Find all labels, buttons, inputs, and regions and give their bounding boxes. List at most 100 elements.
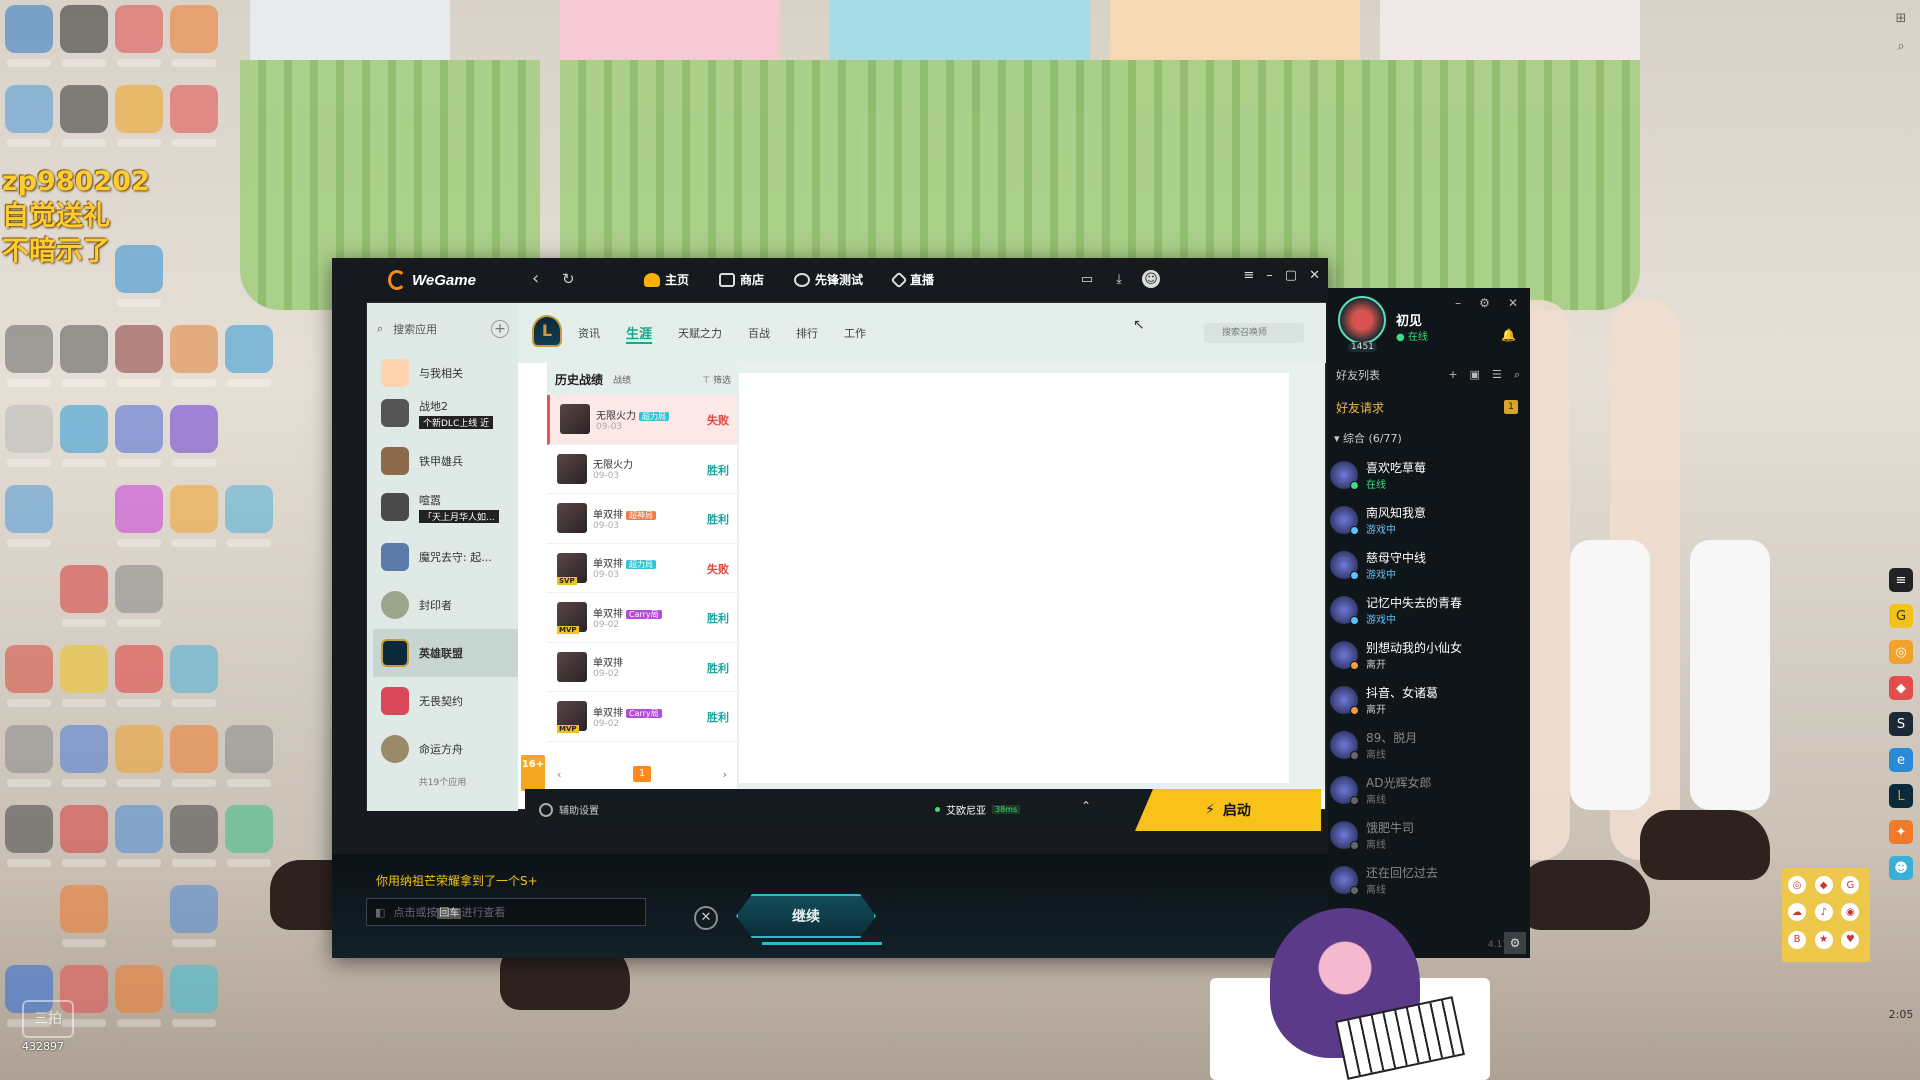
filter-button[interactable]: ⊤ 筛选 <box>702 373 731 386</box>
server-selector[interactable]: 艾欧尼亚 38ms <box>935 802 1021 817</box>
avatar-icon[interactable]: ☺ <box>1142 270 1160 288</box>
app-item-battlefield[interactable]: 战地2 个新DLC上线 近 <box>373 389 518 437</box>
app-item-lostark[interactable]: 命运方舟 <box>373 725 518 773</box>
desktop-shortcut[interactable] <box>115 645 163 707</box>
desktop-shortcut[interactable] <box>115 405 163 467</box>
steam-icon[interactable]: S <box>1889 712 1913 736</box>
desktop-shortcut[interactable] <box>170 485 218 547</box>
desktop-shortcut[interactable] <box>60 565 108 627</box>
desktop-shortcut[interactable] <box>115 85 163 147</box>
desktop-shortcut[interactable] <box>5 725 53 787</box>
desktop-shortcut[interactable] <box>60 805 108 867</box>
desktop-shortcut[interactable] <box>115 5 163 67</box>
desktop-shortcut[interactable] <box>60 85 108 147</box>
nav-store[interactable]: 商店 <box>719 271 764 288</box>
desktop-shortcut[interactable] <box>5 645 53 707</box>
menu-icon[interactable]: ≡ <box>1243 268 1254 283</box>
add-group-icon[interactable]: ▣ <box>1470 368 1480 382</box>
app-icon[interactable]: ◎ <box>1889 640 1913 664</box>
tray-icon[interactable]: ★ <box>1814 930 1833 949</box>
my-status[interactable]: ● 在线 <box>1396 328 1428 343</box>
desktop-shortcut[interactable] <box>115 965 163 1027</box>
add-friend-icon[interactable]: + <box>1448 368 1457 382</box>
list-item[interactable]: 慈母守中线 游戏中 <box>1330 542 1526 587</box>
table-row[interactable]: 无限火力 09-03 胜利 <box>547 445 737 494</box>
summoner-search[interactable]: 搜索召唤师 <box>1204 323 1304 343</box>
desktop-shortcut[interactable] <box>225 805 273 867</box>
edge-icon[interactable]: e <box>1889 748 1913 772</box>
subnav-rank[interactable]: 排行 <box>796 325 818 344</box>
desktop-shortcut[interactable] <box>115 325 163 387</box>
chat-input[interactable]: ◧ 点击或按 回车 进行查看 <box>366 898 646 926</box>
desktop-shortcut[interactable] <box>225 325 273 387</box>
settings-icon[interactable]: ⚙ <box>1504 932 1526 954</box>
avatar[interactable] <box>1338 296 1386 344</box>
lol-logo[interactable]: L <box>532 315 562 347</box>
desktop-shortcut[interactable] <box>5 5 53 67</box>
subnav-news[interactable]: 资讯 <box>578 325 600 344</box>
tray-icon[interactable]: ♪ <box>1814 903 1833 922</box>
table-row[interactable]: MVP 单双排 Carry局 09-02 胜利 <box>547 692 737 742</box>
list-item[interactable]: 别想动我的小仙女 离开 <box>1330 632 1526 677</box>
desktop-shortcut[interactable] <box>225 485 273 547</box>
close-icon[interactable]: ✕ <box>1508 296 1518 310</box>
nav-home[interactable]: 主页 <box>644 271 689 288</box>
friend-group[interactable]: ▾ 综合 (6/77) <box>1334 430 1402 446</box>
lol-taskbar-icon[interactable]: L <box>1889 784 1913 808</box>
subnav-talent[interactable]: 天赋之力 <box>678 325 722 344</box>
prev-page-icon[interactable]: ‹ <box>557 768 561 781</box>
chevron-up-icon[interactable]: ⌃ <box>1081 799 1091 813</box>
desktop-shortcut[interactable] <box>5 405 53 467</box>
tray-icon[interactable]: ◎ <box>1788 876 1806 894</box>
list-icon[interactable]: ☰ <box>1492 368 1502 382</box>
table-row[interactable]: SVP 单双排 超力局 09-03 失败 <box>547 544 737 593</box>
subnav-battle[interactable]: 百战 <box>748 325 770 344</box>
tray-icon[interactable]: ♥ <box>1841 930 1860 949</box>
wegame-taskbar-icon[interactable]: G <box>1889 604 1913 628</box>
app-search[interactable]: ⌕ 搜索应用 + <box>377 315 509 343</box>
table-row[interactable]: 单双排 超神局 09-03 胜利 <box>547 494 737 544</box>
desktop-shortcut[interactable] <box>115 725 163 787</box>
tray-icon[interactable]: ◆ <box>1814 876 1833 894</box>
desktop-shortcut[interactable] <box>115 805 163 867</box>
desktop-shortcut[interactable] <box>170 85 218 147</box>
desktop-shortcut[interactable] <box>170 405 218 467</box>
desktop-shortcut[interactable] <box>5 485 53 547</box>
back-icon[interactable]: ‹ <box>532 268 539 289</box>
table-row[interactable]: 无限火力 超力局 09-03 失败 <box>547 395 737 445</box>
desktop-shortcut[interactable] <box>60 405 108 467</box>
table-row[interactable]: 单双排 09-02 胜利 <box>547 643 737 692</box>
tray-icon[interactable]: B <box>1788 930 1806 949</box>
list-item[interactable]: 还在回忆过去 离线 <box>1330 857 1526 902</box>
desktop-shortcut[interactable] <box>170 965 218 1027</box>
app-icon[interactable]: ☻ <box>1889 856 1913 880</box>
mute-icon[interactable]: ◧ <box>375 906 385 919</box>
close-icon[interactable]: ✕ <box>1309 268 1320 283</box>
continue-button[interactable]: 继续 <box>736 894 876 938</box>
list-item[interactable]: 记忆中失去的青春 游戏中 <box>1330 587 1526 632</box>
minimize-icon[interactable]: – <box>1266 268 1273 283</box>
gear-icon[interactable]: ⚙ <box>1479 296 1490 310</box>
desktop-shortcut[interactable] <box>60 645 108 707</box>
desktop-shortcut[interactable] <box>60 725 108 787</box>
download-icon[interactable]: ⤓ <box>1110 270 1128 288</box>
close-icon[interactable]: ✕ <box>694 906 718 930</box>
app-item-closers[interactable]: 封印者 <box>373 581 518 629</box>
bell-icon[interactable]: 🔔 <box>1501 328 1516 342</box>
desktop-shortcut[interactable] <box>170 645 218 707</box>
desktop-shortcut[interactable] <box>225 725 273 787</box>
friend-requests[interactable]: 好友请求 1 <box>1328 394 1530 420</box>
list-item[interactable]: 饿肥牛司 离线 <box>1330 812 1526 857</box>
launch-button[interactable]: ⚡ 启动 <box>1135 789 1321 831</box>
list-item[interactable]: 89、脱月 离线 <box>1330 722 1526 767</box>
subnav-work[interactable]: 工作 <box>844 325 866 344</box>
list-item[interactable]: 喜欢吃草莓 在线 <box>1330 452 1526 497</box>
windows-start-icon[interactable]: ⊞ <box>1889 6 1913 30</box>
refresh-icon[interactable]: ↻ <box>562 270 575 288</box>
maximize-icon[interactable]: ▢ <box>1285 268 1297 283</box>
desktop-shortcut[interactable] <box>115 485 163 547</box>
list-item[interactable]: 南风知我意 游戏中 <box>1330 497 1526 542</box>
app-item-noise[interactable]: 喧嚣 「天上月华人如... <box>373 483 518 531</box>
app-item-armor[interactable]: 铁甲雄兵 <box>373 437 518 485</box>
desktop-shortcut[interactable] <box>170 325 218 387</box>
